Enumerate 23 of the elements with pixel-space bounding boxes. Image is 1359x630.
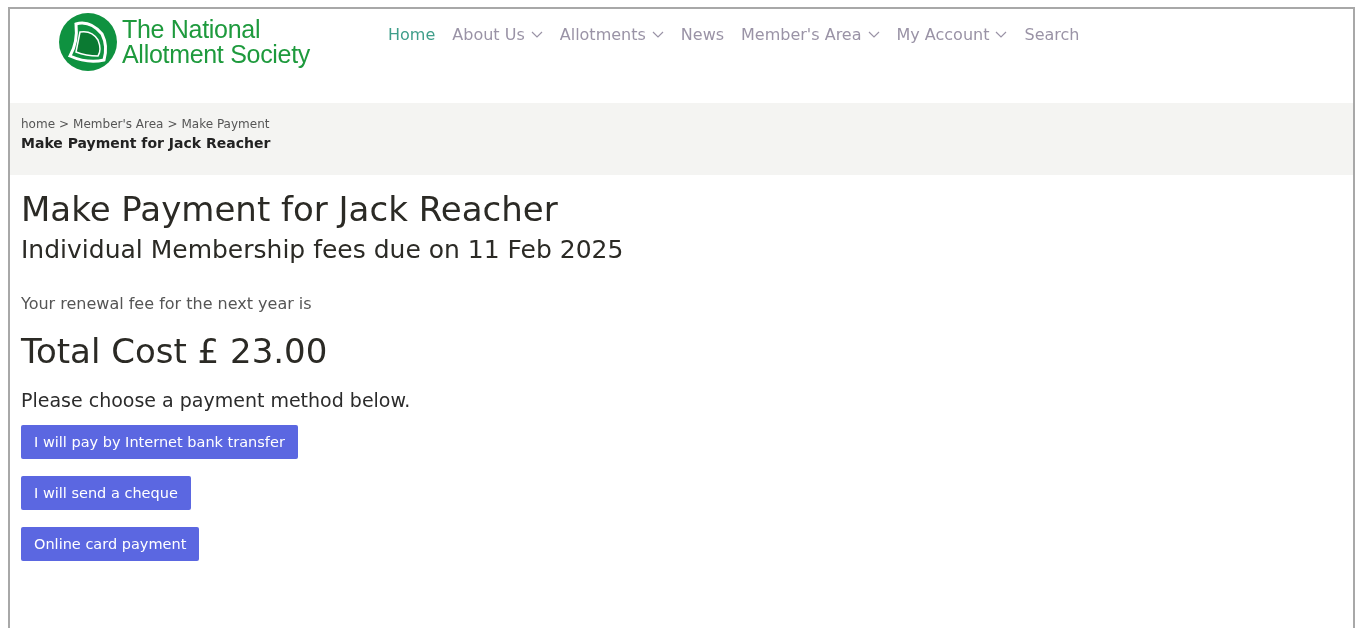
- payment-method-button[interactable]: Online card payment: [21, 527, 200, 561]
- nav-link[interactable]: Home: [388, 25, 436, 44]
- nav-link[interactable]: Member's Area: [741, 25, 880, 44]
- payment-method-button[interactable]: I will send a cheque: [21, 476, 191, 510]
- nav-link[interactable]: My Account: [896, 25, 1008, 44]
- logo-icon[interactable]: [58, 12, 118, 72]
- intro-text: Your renewal fee for the next year is: [21, 294, 313, 313]
- nav-link[interactable]: News: [680, 25, 725, 44]
- breadcrumb-link[interactable]: Member's Area: [73, 117, 164, 131]
- breadcrumb-separator: >: [59, 117, 70, 131]
- logo-text[interactable]: The National Allotment Society: [122, 17, 311, 67]
- nav-link[interactable]: About Us: [452, 25, 543, 44]
- payment-method-button[interactable]: I will pay by Internet bank transfer: [21, 425, 298, 459]
- page-subheading: Individual Membership fees due on 11 Feb 2025: [21, 235, 625, 264]
- breadcrumb-link[interactable]: Make Payment: [181, 117, 270, 131]
- breadcrumb-separator: >: [167, 117, 178, 131]
- nav-link[interactable]: Search: [1024, 25, 1080, 44]
- total-cost: Total Cost £ 23.00: [21, 331, 329, 371]
- prompt-text: Please choose a payment method below.: [21, 389, 412, 411]
- breadcrumb-link[interactable]: home: [21, 117, 56, 131]
- page-title: Make Payment for Jack Reacher: [21, 135, 272, 151]
- page-heading: Make Payment for Jack Reacher: [21, 189, 559, 229]
- nav-link[interactable]: Allotments: [559, 25, 664, 44]
